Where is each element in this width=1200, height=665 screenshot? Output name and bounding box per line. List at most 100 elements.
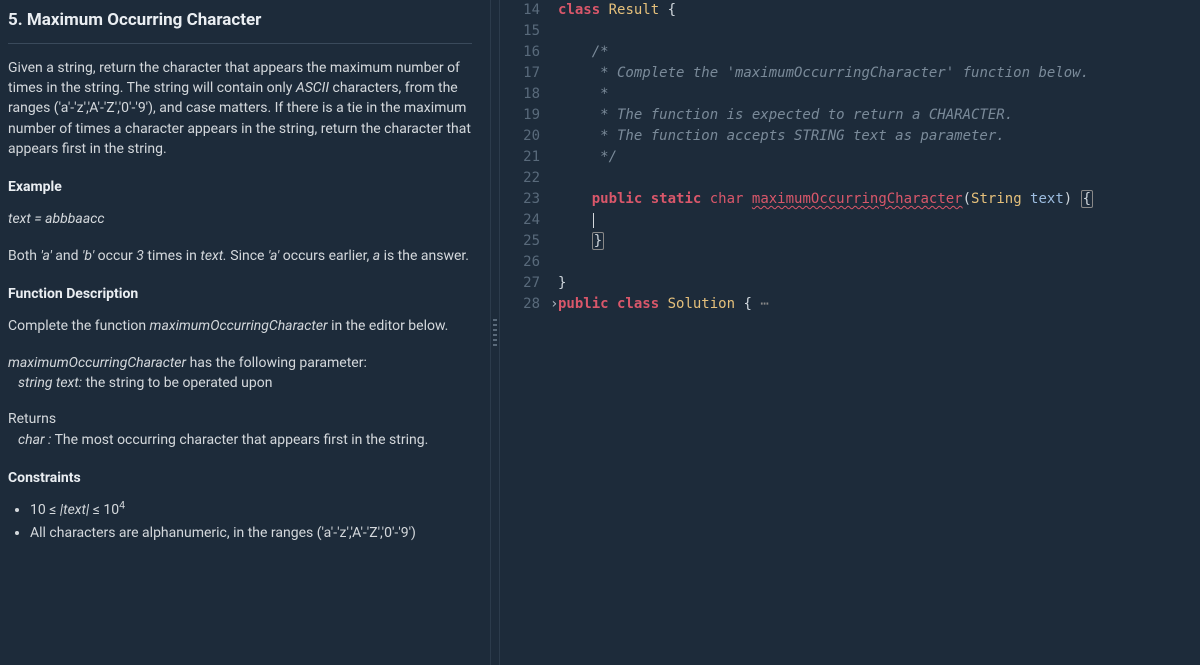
function-name: maximumOccurringCharacter <box>752 191 963 207</box>
text: Both <box>8 248 40 264</box>
keyword: class <box>609 296 660 312</box>
line-number-gutter: 14 15 16 17 18 19 20 21 22 23 24 25 26 2… <box>500 0 550 665</box>
code-line[interactable]: /* <box>550 42 1200 63</box>
code-line[interactable] <box>550 168 1200 189</box>
type: char <box>701 191 752 207</box>
text: char : <box>8 432 51 448</box>
text: 'maximumOccurringCharacter' <box>727 65 955 81</box>
text: * Complete the <box>558 65 727 81</box>
line-number: 19 <box>500 105 550 126</box>
function-description-heading: Function Description <box>8 284 472 304</box>
text: times in <box>144 248 200 264</box>
fold-chevron-icon[interactable]: › <box>550 294 558 315</box>
text: 4 <box>119 498 125 511</box>
panel-splitter[interactable] <box>490 0 500 665</box>
text: 'b' <box>82 248 94 264</box>
text: 'a' <box>40 248 51 264</box>
text: 'a' <box>268 248 279 264</box>
constraint-item: All characters are alphanumeric, in the … <box>30 523 472 543</box>
code-line[interactable]: public static char maximumOccurringChara… <box>550 189 1200 210</box>
grip-icon <box>493 319 497 347</box>
text: ASCII <box>296 80 329 96</box>
text: Since <box>227 248 268 264</box>
code-line[interactable]: } <box>550 273 1200 294</box>
text: occurs earlier, <box>279 248 372 264</box>
text: The most occurring character that appear… <box>51 432 428 448</box>
text: maximumOccurringCharacter <box>150 318 328 334</box>
text-cursor <box>593 213 594 228</box>
class-name: Result <box>600 2 667 18</box>
line-number: 22 <box>500 168 550 189</box>
code-line[interactable] <box>550 21 1200 42</box>
comment: /* <box>558 44 609 60</box>
line-number: 28 <box>500 294 550 315</box>
comment: */ <box>558 149 617 165</box>
keyword: public <box>558 296 609 312</box>
text: and <box>52 248 82 264</box>
line-number: 18 <box>500 84 550 105</box>
example-input: text = abbbaacc <box>8 209 472 229</box>
line-number: 16 <box>500 42 550 63</box>
code-line[interactable]: ›public class Solution { ⋯ <box>550 294 1200 315</box>
code-line[interactable]: } <box>550 231 1200 252</box>
line-number: 17 <box>500 63 550 84</box>
brace: { <box>743 296 751 312</box>
param-name: text <box>1022 191 1064 207</box>
constraints-heading: Constraints <box>8 468 472 488</box>
text: in the editor below. <box>328 318 449 334</box>
code-area[interactable]: class Result { /* * Complete the 'maximu… <box>550 0 1200 665</box>
brace: { <box>668 2 676 18</box>
line-number: 27 <box>500 273 550 294</box>
line-number: 14 <box>500 0 550 21</box>
line-number: 21 <box>500 147 550 168</box>
line-number: 24 <box>500 210 550 231</box>
brace: } <box>592 232 604 250</box>
code-line[interactable]: * The function is expected to return a C… <box>550 105 1200 126</box>
example-heading: Example <box>8 177 472 197</box>
code-line[interactable]: */ <box>550 147 1200 168</box>
param-type: String <box>971 191 1022 207</box>
line-number: 26 <box>500 252 550 273</box>
text: text. <box>200 248 226 264</box>
text: the string to be operated upon <box>82 375 272 391</box>
text: Complete the function <box>8 318 150 334</box>
keyword: class <box>558 2 600 18</box>
parameter-line: maximumOccurringCharacter has the follow… <box>8 353 472 394</box>
paren: ( <box>963 191 971 207</box>
text: maximumOccurringCharacter <box>8 355 186 371</box>
code-line[interactable]: class Result { <box>550 0 1200 21</box>
line-number: 15 <box>500 21 550 42</box>
text: |text| <box>60 502 89 518</box>
text: is the answer. <box>380 248 469 264</box>
text: string text: <box>8 375 82 391</box>
fold-ellipsis-icon[interactable]: ⋯ <box>752 296 769 312</box>
class-name: Solution <box>659 296 743 312</box>
problem-description: Given a string, return the character tha… <box>8 58 472 159</box>
returns-section: Returns char : The most occurring charac… <box>8 409 472 450</box>
keyword: public <box>592 191 643 207</box>
problem-description-panel: 5. Maximum Occurring Character Given a s… <box>0 0 490 665</box>
constraints-list: 10 ≤ |text| ≤ 104 All characters are alp… <box>8 500 472 544</box>
comment: * Complete the 'maximumOccurringCharacte… <box>558 65 1089 81</box>
brace: { <box>1081 190 1093 208</box>
divider <box>8 43 472 44</box>
problem-title: 5. Maximum Occurring Character <box>8 8 472 33</box>
code-line[interactable] <box>550 252 1200 273</box>
text: ≤ 10 <box>89 502 119 518</box>
paren: ) <box>1064 191 1081 207</box>
comment: * The function is expected to return a C… <box>558 107 1013 123</box>
code-line[interactable]: * <box>550 84 1200 105</box>
code-editor[interactable]: 14 15 16 17 18 19 20 21 22 23 24 25 26 2… <box>500 0 1200 665</box>
text: a <box>373 248 380 264</box>
comment: * <box>558 86 609 102</box>
brace: } <box>558 275 566 291</box>
comment: * The function accepts STRING text as pa… <box>558 128 1005 144</box>
text: 10 ≤ <box>30 502 60 518</box>
code-line[interactable]: * The function accepts STRING text as pa… <box>550 126 1200 147</box>
text: has the following parameter: <box>186 355 367 371</box>
keyword: static <box>642 191 701 207</box>
code-line[interactable]: * Complete the 'maximumOccurringCharacte… <box>550 63 1200 84</box>
code-line[interactable] <box>550 210 1200 231</box>
text: function below. <box>954 65 1089 81</box>
line-number: 25 <box>500 231 550 252</box>
